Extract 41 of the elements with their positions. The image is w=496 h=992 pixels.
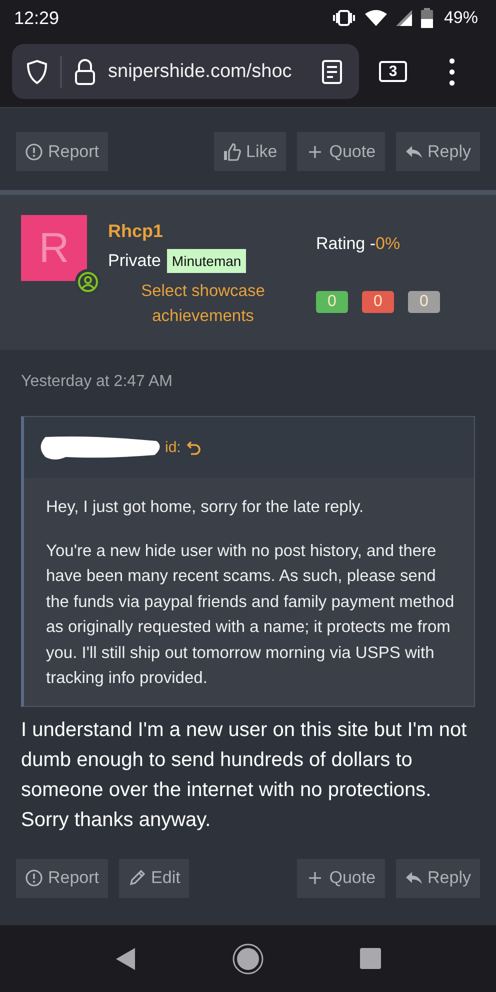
lock-icon xyxy=(74,58,96,86)
user-status-icon xyxy=(75,269,101,295)
undo-arrow-icon[interactable] xyxy=(186,440,201,454)
reply-button[interactable]: Reply xyxy=(396,858,480,898)
address-bar[interactable]: snipershide.com/shoc xyxy=(12,44,359,99)
battery-icon xyxy=(420,8,433,28)
thumbs-up-icon xyxy=(223,142,242,160)
vibrate-icon xyxy=(332,10,356,26)
rank-badge: Minuteman xyxy=(166,249,246,273)
reaction-count[interactable]: 0 xyxy=(362,291,394,313)
tab-count-button[interactable]: 3 xyxy=(379,61,407,82)
quote-paragraph: You're a new hide user with no post history, and there have been many recent scams. As such, please send the funds via paypal friends and family payment method as originally requested with a name; it protects me from you. I'll still ship out tomorrow morning via USPS with tracking info provided. xyxy=(46,540,456,689)
back-icon[interactable] xyxy=(116,948,136,970)
report-button[interactable]: Report xyxy=(16,858,108,898)
post-timestamp[interactable]: Yesterday at 2:47 AM xyxy=(21,373,496,391)
status-time: 12:29 xyxy=(14,8,60,28)
url-text: snipershide.com/shoc xyxy=(108,60,293,82)
wifi-icon xyxy=(364,10,387,26)
pencil-icon xyxy=(128,869,146,887)
report-icon xyxy=(25,142,43,160)
quote-button[interactable]: Quote xyxy=(297,858,385,898)
shield-icon[interactable] xyxy=(26,58,48,84)
report-icon xyxy=(25,869,43,887)
showcase-link[interactable]: Select showcase achievements xyxy=(108,279,298,329)
report-button[interactable]: Report xyxy=(16,132,108,171)
username-link[interactable]: Rhcp1 xyxy=(108,221,298,242)
recents-icon[interactable] xyxy=(360,948,380,969)
reader-view-icon[interactable] xyxy=(321,58,343,84)
user-rank: Private xyxy=(108,251,161,271)
like-button[interactable]: Like xyxy=(214,132,286,171)
signal-icon xyxy=(396,10,412,26)
quote-button[interactable]: Quote xyxy=(297,132,385,171)
reply-button[interactable]: Reply xyxy=(396,132,480,171)
quote-author[interactable]: id: xyxy=(165,439,181,456)
edit-button[interactable]: Edit xyxy=(119,858,190,898)
home-icon[interactable] xyxy=(232,942,264,974)
rating-text: Rating -0% xyxy=(316,234,402,254)
battery-percent: 49% xyxy=(444,8,478,28)
post-text: I understand I'm a new user on this site but I'm not dumb enough to send hundreds of dollars to someone over the internet with no protections. Sorry thanks anyway. xyxy=(21,718,468,832)
menu-icon[interactable] xyxy=(449,58,455,86)
quote-paragraph: Hey, I just got home, sorry for the late reply. xyxy=(46,497,365,518)
